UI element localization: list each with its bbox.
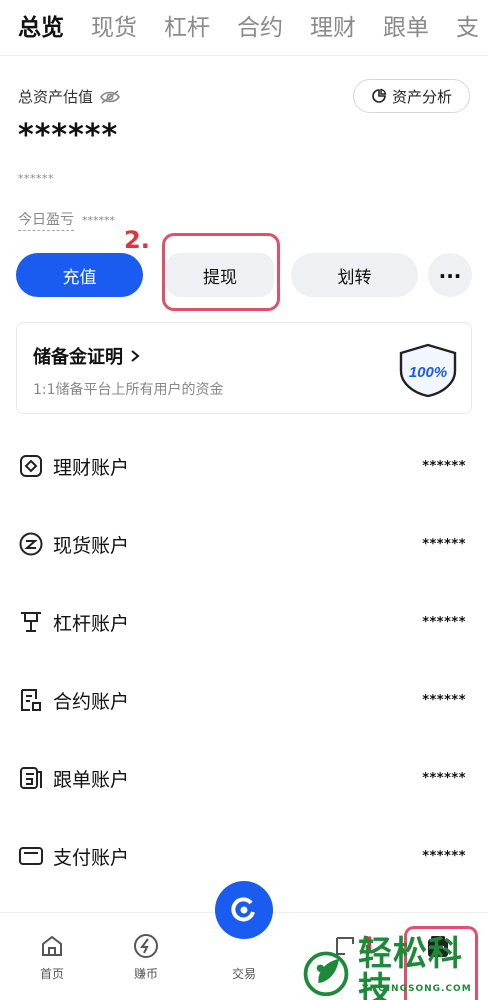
reserve-title: 储备金证明 <box>33 343 141 369</box>
tab-finance[interactable]: 理财 <box>310 0 356 55</box>
finance-icon <box>20 455 42 477</box>
account-row-payment[interactable]: 支付账户 ****** <box>0 826 488 886</box>
deposit-button[interactable]: 充值 <box>16 253 143 297</box>
today-pnl-value: ****** <box>82 213 115 227</box>
account-value: ****** <box>422 692 466 708</box>
asset-analysis-button[interactable]: 资产分析 <box>353 79 470 113</box>
balance-fiat-equivalent: ****** <box>18 172 54 185</box>
reserve-badge-text: 100% <box>409 364 447 381</box>
asset-analysis-label: 资产分析 <box>391 87 452 106</box>
account-row-finance[interactable]: 理财账户 ****** <box>0 436 488 496</box>
eye-hidden-icon[interactable] <box>99 89 121 105</box>
account-row-spot[interactable]: 现货账户 ****** <box>0 514 488 574</box>
leaf-logo-icon <box>303 951 349 997</box>
payment-icon <box>19 847 43 865</box>
nav-home[interactable]: 首页 <box>22 933 82 982</box>
trade-icon <box>231 897 255 922</box>
today-pnl-label[interactable]: 今日盈亏 <box>18 209 74 231</box>
account-row-copy-trade[interactable]: 跟单账户 ****** <box>0 748 488 808</box>
tab-payment[interactable]: 支 <box>456 0 479 55</box>
account-row-contract[interactable]: 合约账户 ****** <box>0 670 488 730</box>
account-name: 跟单账户 <box>53 768 130 791</box>
annotation-step-2: 2. <box>124 226 150 254</box>
chevron-right-icon <box>131 350 140 362</box>
account-value: ****** <box>422 614 466 630</box>
home-icon <box>42 935 62 956</box>
earn-icon <box>134 934 158 958</box>
account-value: ****** <box>422 536 466 552</box>
account-name: 支付账户 <box>53 846 130 869</box>
nav-home-label: 首页 <box>39 967 64 981</box>
margin-icon <box>21 612 41 632</box>
more-actions-button[interactable]: ... <box>428 253 472 297</box>
top-tab-bar: 总览 现货 杠杆 合约 理财 跟单 支 <box>0 0 488 56</box>
tab-contract[interactable]: 合约 <box>237 0 283 55</box>
pie-chart-icon <box>372 88 387 103</box>
watermark: 轻松科技 YNQINGSONG.COM <box>300 936 488 1000</box>
account-name: 杠杆账户 <box>53 612 130 635</box>
copy-trade-icon <box>20 767 42 789</box>
reserve-description: 1:1储备平台上所有用户的资金 <box>33 382 224 398</box>
reserve-title-text: 储备金证明 <box>33 347 123 368</box>
tab-copy-trade[interactable]: 跟单 <box>383 0 429 55</box>
account-name: 理财账户 <box>53 456 130 479</box>
total-asset-label-text: 总资产估值 <box>18 88 94 106</box>
account-value: ****** <box>422 458 466 474</box>
nav-trade-button[interactable] <box>215 881 273 939</box>
account-name: 现货账户 <box>53 534 130 557</box>
transfer-button[interactable]: 划转 <box>291 253 418 297</box>
watermark-url: YNQINGSONG.COM <box>362 984 472 994</box>
reserve-shield-icon: 100% <box>399 343 457 397</box>
account-value: ****** <box>422 848 466 864</box>
nav-earn-label: 赚币 <box>133 967 158 981</box>
total-balance: ****** <box>18 118 119 153</box>
withdraw-button[interactable]: 提现 <box>166 253 274 297</box>
account-row-margin[interactable]: 杠杆账户 ****** <box>0 592 488 652</box>
today-pnl: 今日盈亏 ****** <box>18 209 115 231</box>
total-asset-label: 总资产估值 <box>18 86 121 107</box>
nav-earn[interactable]: 赚币 <box>116 933 176 982</box>
contract-icon <box>21 689 41 711</box>
tab-spot[interactable]: 现货 <box>91 0 137 55</box>
tab-overview[interactable]: 总览 <box>18 0 64 55</box>
tab-margin[interactable]: 杠杆 <box>164 0 210 55</box>
account-name: 合约账户 <box>53 690 130 713</box>
spot-icon <box>19 532 43 556</box>
nav-trade-label: 交易 <box>231 967 256 981</box>
proof-of-reserves-card[interactable]: 储备金证明 1:1储备平台上所有用户的资金 100% <box>16 322 472 414</box>
account-value: ****** <box>422 770 466 786</box>
